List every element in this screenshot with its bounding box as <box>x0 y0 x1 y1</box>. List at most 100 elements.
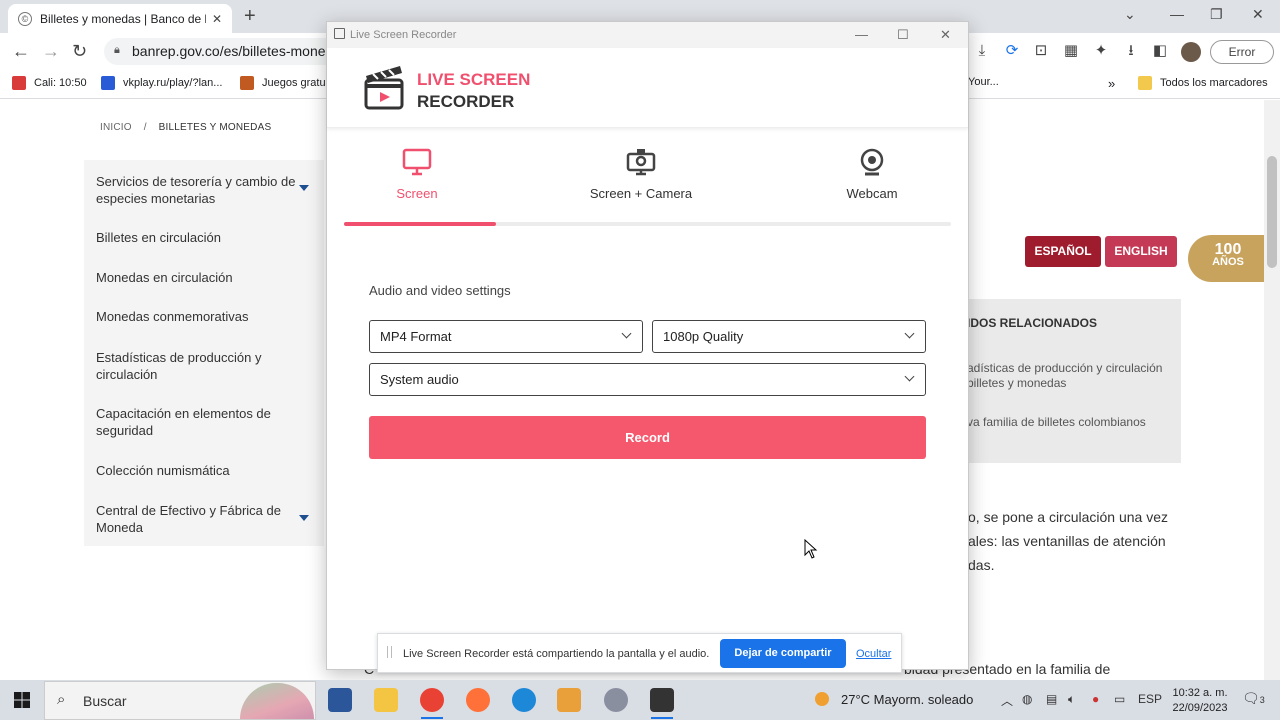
screenshot-icon[interactable]: ⊡ <box>1032 42 1050 60</box>
bookmarks-overflow-icon[interactable]: » <box>1108 76 1115 91</box>
screen-recorder-taskbar-icon[interactable] <box>650 688 674 712</box>
back-icon[interactable]: ← <box>12 41 30 62</box>
input-language[interactable]: ESP <box>1138 692 1162 706</box>
bookmark-item[interactable]: Your... <box>968 76 999 88</box>
logo-line-1: LIVE SCREEN <box>417 70 531 89</box>
related-link[interactable]: va familia de billetes colombianos <box>967 415 1177 430</box>
monitor-icon <box>402 148 432 176</box>
bookmark-item[interactable]: vkplay.ru/play/?lan... <box>101 76 222 90</box>
tab-webcam-label: Webcam <box>846 186 898 201</box>
scrollbar-thumb[interactable] <box>1267 156 1277 268</box>
expand-arrow-icon[interactable] <box>299 515 309 521</box>
language-english-button[interactable]: ENGLISH <box>1105 236 1177 267</box>
address-bar[interactable]: 🔒︎ banrep.gov.co/es/billetes-moned <box>104 38 344 65</box>
file-explorer-icon[interactable] <box>374 688 398 712</box>
profile-avatar[interactable] <box>1181 42 1201 62</box>
breadcrumb-home[interactable]: INICIO <box>100 122 132 133</box>
url-text: banrep.gov.co/es/billetes-moned <box>132 43 334 59</box>
word-icon[interactable] <box>328 688 352 712</box>
stop-sharing-button[interactable]: Dejar de compartir <box>720 639 846 668</box>
nav-item-conmemorativas[interactable]: Monedas conmemorativas <box>96 308 296 325</box>
windows-start-icon[interactable] <box>14 692 30 708</box>
related-link[interactable]: adísticas de producción y circulación bi… <box>967 361 1177 391</box>
site-favicon-icon: © <box>18 11 32 26</box>
network-icon[interactable]: ▭ <box>1114 692 1125 706</box>
chrome-icon[interactable] <box>420 688 444 712</box>
extensions-puzzle-icon[interactable]: ✦ <box>1092 42 1110 60</box>
media-player-icon[interactable] <box>557 688 581 712</box>
record-button[interactable]: Record <box>369 416 926 459</box>
bookmark-label: Juegos gratu <box>262 77 326 89</box>
hide-sharing-bar-link[interactable]: Ocultar <box>856 648 891 660</box>
nav-item-central-efectivo[interactable]: Central de Efectivo y Fábrica de Moneda <box>96 502 296 536</box>
tab-title: Billetes y monedas | Banco de la <box>40 11 206 26</box>
bookmark-item[interactable]: Juegos gratu <box>240 76 326 90</box>
settings-label: Audio and video settings <box>369 283 511 298</box>
audio-select[interactable]: System audio <box>369 363 926 396</box>
nav-item-capacitacion[interactable]: Capacitación en elementos de seguridad <box>96 405 296 439</box>
body-text-line: das. <box>968 557 995 573</box>
nav-item-tesoreria[interactable]: Servicios de tesorería y cambio de espec… <box>96 173 296 207</box>
bookmark-favicon-icon <box>101 76 115 90</box>
drag-handle-icon[interactable] <box>387 646 392 658</box>
folder-icon <box>1138 76 1152 90</box>
recorder-window-title: Live Screen Recorder <box>350 29 457 41</box>
recorder-minimize-icon[interactable]: — <box>855 27 868 42</box>
sharing-message: Live Screen Recorder está compartiendo l… <box>403 648 710 660</box>
breadcrumb-current: BILLETES Y MONEDAS <box>158 122 272 133</box>
browser-tab[interactable]: © Billetes y monedas | Banco de la ✕ <box>8 4 232 33</box>
recorder-maximize-icon[interactable]: ☐ <box>897 27 909 43</box>
security-icon[interactable]: ● <box>1092 692 1099 706</box>
new-tab-button[interactable]: + <box>244 5 256 28</box>
volume-icon[interactable]: 🔈︎ <box>1068 692 1075 707</box>
nav-item-monedas[interactable]: Monedas en circulación <box>96 269 296 286</box>
tray-app-icon[interactable]: ◍ <box>1022 692 1032 706</box>
quality-select[interactable]: 1080p Quality <box>652 320 926 353</box>
logo-line-2: RECORDER <box>417 92 515 111</box>
minimize-icon[interactable]: — <box>1170 6 1184 22</box>
all-bookmarks-button[interactable]: Todos los marcadores <box>1138 76 1268 90</box>
tray-overflow-icon[interactable]: ︿ <box>1001 692 1013 709</box>
tab-screen-camera[interactable]: Screen + Camera <box>561 148 721 201</box>
calculator-icon[interactable]: ▦ <box>1062 42 1080 60</box>
recorder-close-icon[interactable]: ✕ <box>940 27 951 43</box>
edge-icon[interactable] <box>512 688 536 712</box>
lock-icon: 🔒︎ <box>114 44 120 56</box>
bookmark-item[interactable]: Cali: 10:50 <box>12 76 87 90</box>
reload-icon[interactable]: ↻ <box>72 41 87 62</box>
bookmark-favicon-icon <box>12 76 26 90</box>
app-icon[interactable] <box>604 688 628 712</box>
nav-item-estadisticas[interactable]: Estadísticas de producción y circulación <box>96 349 296 383</box>
download-icon[interactable]: ⤓ <box>973 42 991 60</box>
clapperboard-logo-icon <box>364 66 404 110</box>
format-select[interactable]: MP4 Format <box>369 320 643 353</box>
nav-item-billetes[interactable]: Billetes en circulación <box>96 229 296 246</box>
tab-screen[interactable]: Screen <box>337 148 497 201</box>
recorder-logo: LIVE SCREEN RECORDER <box>417 69 530 113</box>
format-value: MP4 Format <box>380 329 452 344</box>
mouse-cursor-icon <box>804 539 818 559</box>
firefox-icon[interactable] <box>466 688 490 712</box>
extension-refresh-icon[interactable]: ⟳ <box>1003 42 1021 60</box>
close-tab-icon[interactable]: ✕ <box>212 12 222 26</box>
forward-icon[interactable]: → <box>42 41 60 62</box>
error-button[interactable]: Error <box>1210 40 1274 64</box>
clock-date: 22/09/2023 <box>1172 702 1228 714</box>
chevron-down-icon <box>904 371 915 382</box>
side-panel-icon[interactable]: ◧ <box>1151 42 1169 60</box>
close-window-icon[interactable]: ✕ <box>1252 6 1264 23</box>
expand-arrow-icon[interactable] <box>299 185 309 191</box>
system-clock[interactable]: 10:32 a. m. 22/09/2023 <box>1168 686 1232 716</box>
language-spanish-button[interactable]: ESPAÑOL <box>1025 236 1101 267</box>
weather-widget[interactable]: 27°C Mayorm. soleado <box>815 692 973 707</box>
notification-count: 3 <box>1259 695 1265 705</box>
tray-network-icon[interactable]: ▤ <box>1046 692 1057 706</box>
notifications-icon[interactable]: 🗨︎3 <box>1242 690 1265 707</box>
chevron-down-icon <box>621 328 632 339</box>
all-bookmarks-label: Todos los marcadores <box>1160 77 1268 89</box>
tab-search-chevron-icon[interactable]: ⌄ <box>1124 6 1136 23</box>
tab-webcam[interactable]: Webcam <box>792 148 952 201</box>
nav-item-numismatica[interactable]: Colección numismática <box>96 462 296 479</box>
restore-icon[interactable]: ❐ <box>1210 6 1223 23</box>
downloads-icon[interactable]: ⭳ <box>1122 42 1140 60</box>
